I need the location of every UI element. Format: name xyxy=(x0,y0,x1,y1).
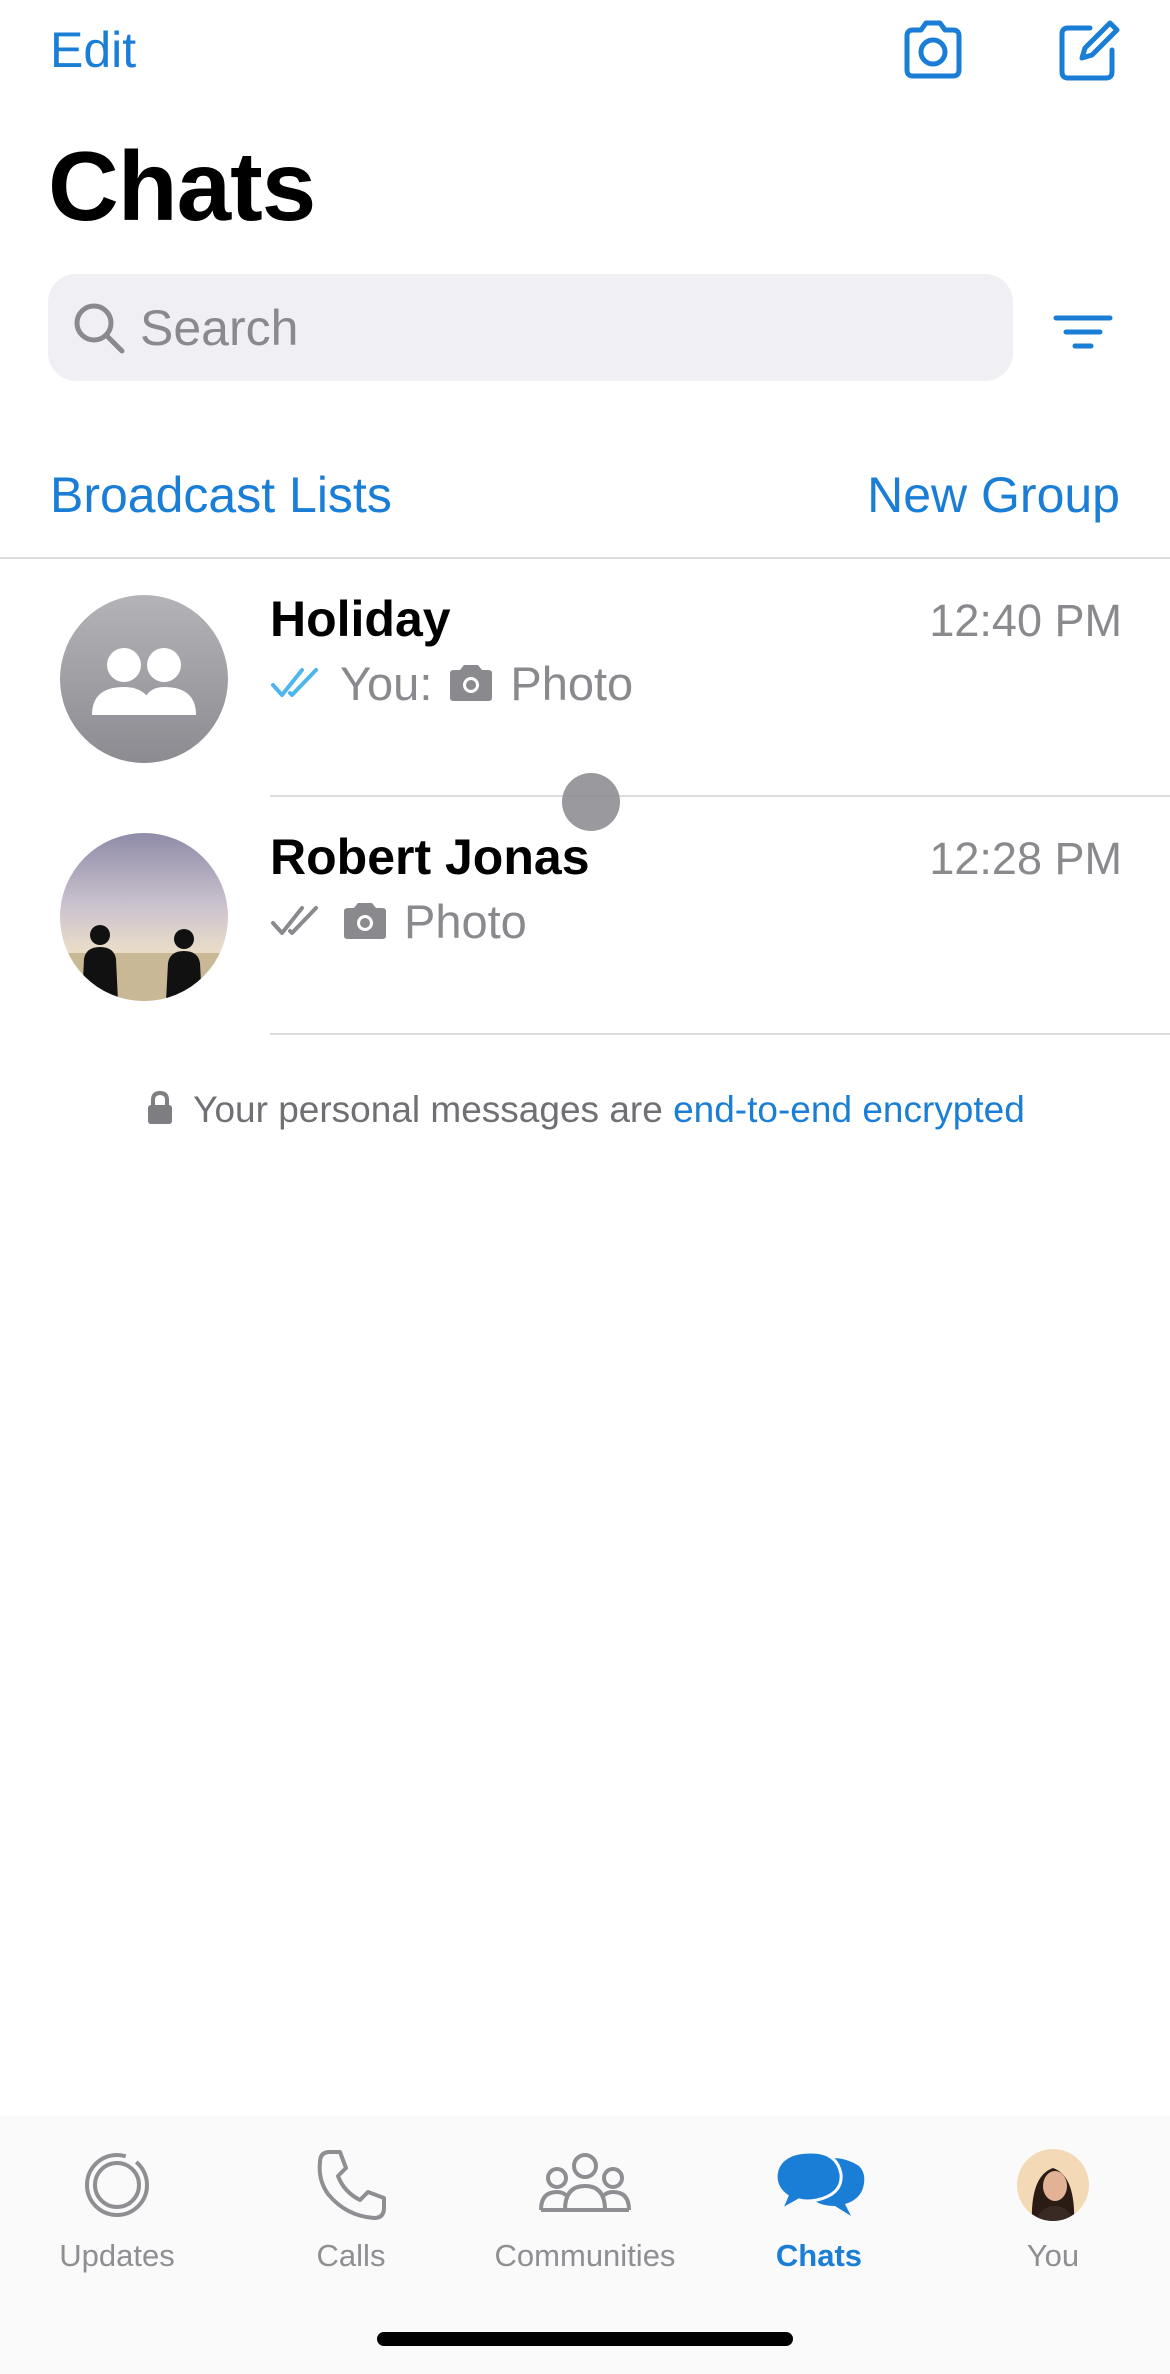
chat-time: 12:28 PM xyxy=(929,833,1122,884)
tab-you[interactable]: You xyxy=(936,2146,1170,2276)
profile-avatar xyxy=(1017,2149,1089,2221)
communities-icon xyxy=(539,2153,631,2212)
page-title: Chats xyxy=(48,131,316,241)
tab-label: You xyxy=(1026,2238,1080,2273)
tab-updates[interactable]: Updates xyxy=(0,2146,234,2276)
encryption-text: Your personal messages are xyxy=(193,1089,674,1130)
broadcast-lists-link[interactable]: Broadcast Lists xyxy=(50,460,392,530)
updates-icon xyxy=(85,2153,149,2217)
tab-communities[interactable]: Communities xyxy=(468,2146,702,2276)
list-actions: Broadcast Lists New Group xyxy=(0,460,1170,530)
read-ticks-icon xyxy=(271,668,318,697)
sender-prefix: You: xyxy=(340,656,433,710)
tab-label: Updates xyxy=(59,2238,175,2273)
delivered-ticks-icon xyxy=(271,906,318,935)
camera-icon xyxy=(344,903,386,939)
row-divider xyxy=(270,1033,1170,1035)
touch-indicator xyxy=(562,773,620,831)
compose-icon[interactable] xyxy=(1052,14,1124,86)
chat-name: Holiday xyxy=(270,591,451,647)
lock-icon xyxy=(148,1090,173,1124)
chat-row-robert-jonas[interactable]: Robert Jonas 12:28 PM Photo xyxy=(0,797,1170,1035)
group-avatar xyxy=(60,595,228,763)
tab-label: Calls xyxy=(316,2238,386,2273)
edit-button[interactable]: Edit xyxy=(50,20,136,80)
chats-icon xyxy=(774,2150,865,2216)
encryption-link[interactable]: end-to-end encrypted xyxy=(673,1089,1025,1130)
chat-preview: Photo xyxy=(270,889,527,953)
beach-photo xyxy=(60,833,228,1001)
camera-icon xyxy=(450,665,493,701)
chat-name: Robert Jonas xyxy=(270,829,590,885)
tab-chats[interactable]: Chats xyxy=(702,2146,936,2276)
preview-text: Photo xyxy=(510,656,634,710)
search-icon xyxy=(74,303,125,354)
tab-label: Communities xyxy=(494,2238,676,2273)
chat-preview: You: Photo xyxy=(270,651,633,715)
chats-screen: Edit Chats Broadcast Lists New Group xyxy=(0,0,1170,2374)
camera-icon[interactable] xyxy=(897,14,969,86)
tab-calls[interactable]: Calls xyxy=(234,2146,468,2276)
filter-icon[interactable] xyxy=(1050,300,1116,366)
preview-text: Photo xyxy=(404,894,527,948)
search-bar[interactable] xyxy=(48,274,1013,381)
photo-avatar xyxy=(60,833,228,1001)
top-bar: Edit xyxy=(0,0,1170,110)
new-group-link[interactable]: New Group xyxy=(867,460,1120,530)
home-indicator[interactable] xyxy=(377,2332,793,2346)
encryption-note: Your personal messages are end-to-end en… xyxy=(0,1080,1170,1140)
group-icon xyxy=(60,595,228,763)
phone-icon xyxy=(317,2150,386,2220)
chat-row-holiday[interactable]: Holiday 12:40 PM You: Photo xyxy=(0,559,1170,797)
chat-time: 12:40 PM xyxy=(929,595,1122,646)
tab-label: Chats xyxy=(775,2238,863,2273)
search-input[interactable] xyxy=(140,274,980,381)
